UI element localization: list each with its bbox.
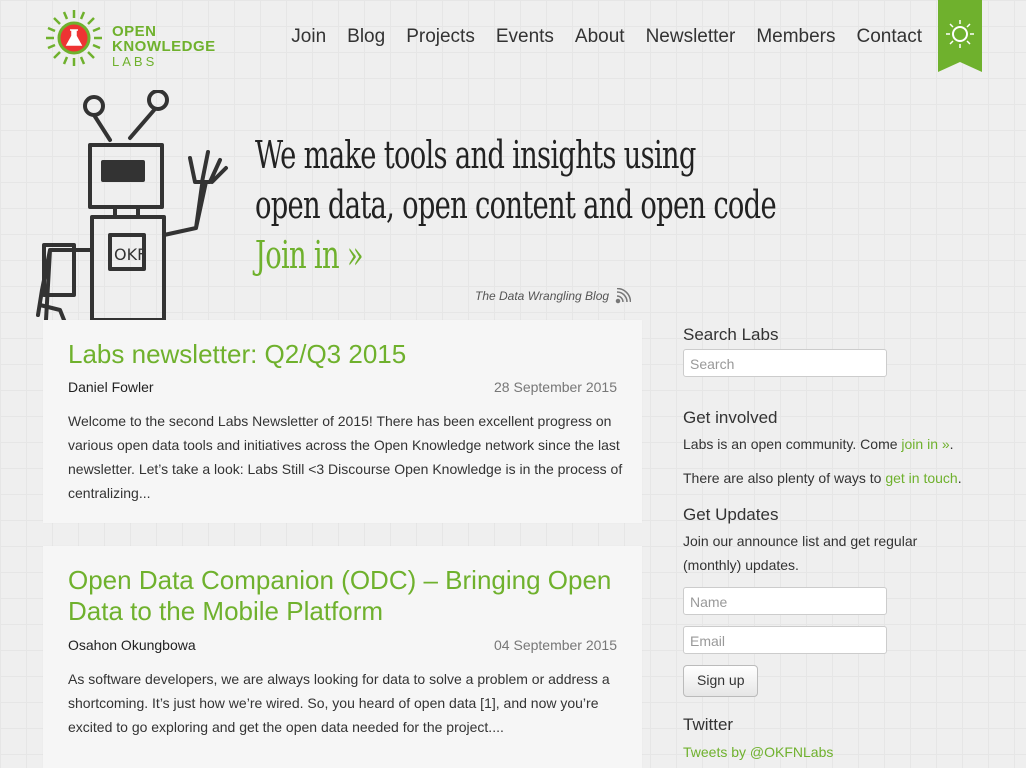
hero-line-2: open data, open content and open code — [255, 183, 777, 227]
get-involved-text: Labs is an open community. Come join in … — [683, 432, 983, 456]
main-nav: Join Blog Projects Events About Newslett… — [291, 26, 922, 48]
nav-about[interactable]: About — [575, 26, 625, 48]
name-field[interactable]: Name — [683, 587, 887, 615]
post-excerpt: As software developers, we are always lo… — [68, 671, 610, 735]
rss-icon — [615, 288, 632, 304]
involved-text-end: . — [949, 436, 954, 452]
svg-text:OKF: OKF — [114, 245, 146, 264]
brand-line-3: LABS — [112, 54, 158, 69]
nav-newsletter[interactable]: Newsletter — [646, 26, 736, 48]
post-title[interactable]: Labs newsletter: Q2/Q3 2015 — [68, 339, 628, 370]
nav-join[interactable]: Join — [291, 26, 326, 48]
twitter-title: Twitter — [683, 715, 734, 734]
involved-text: Labs is an open community. Come — [683, 436, 902, 452]
blog-link-label: The Data Wrangling Blog — [475, 289, 610, 303]
brand-name: OPEN KNOWLEDGE LABS — [112, 24, 216, 69]
post-title[interactable]: Open Data Companion (ODC) – Bringing Ope… — [68, 565, 628, 627]
post-card: Open Data Companion (ODC) – Bringing Ope… — [43, 546, 642, 768]
hero-line-1: We make tools and insights using — [255, 133, 696, 177]
get-involved-title: Get involved — [683, 408, 778, 427]
logo[interactable]: OPEN KNOWLEDGE LABS — [42, 10, 215, 70]
search-input[interactable]: Search — [683, 349, 887, 377]
post-author: Osahon Okungbowa — [68, 637, 196, 653]
search-title: Search Labs — [683, 325, 779, 344]
updates-title: Get Updates — [683, 505, 779, 524]
touch-text-end: . — [957, 470, 962, 486]
nav-projects[interactable]: Projects — [406, 26, 475, 48]
nav-members[interactable]: Members — [756, 26, 835, 48]
tweets-link[interactable]: Tweets by @OKFNLabs — [683, 744, 833, 760]
blog-rss-link[interactable]: The Data Wrangling Blog — [475, 288, 632, 304]
hero-tagline: We make tools and insights using open da… — [255, 130, 979, 280]
post-author: Daniel Fowler — [68, 379, 154, 395]
hero-join-link[interactable]: Join in » — [255, 230, 776, 280]
get-in-touch-link[interactable]: get in touch — [885, 470, 957, 486]
okfn-ribbon[interactable] — [938, 0, 982, 72]
robot-illustration: OKF — [36, 90, 228, 320]
twitter-widget: Tweets by @OKFNLabs — [683, 740, 983, 764]
touch-text: There are also plenty of ways to — [683, 470, 886, 486]
brand-line-1: OPEN — [112, 23, 157, 40]
nav-events[interactable]: Events — [496, 26, 554, 48]
signup-button[interactable]: Sign up — [683, 665, 759, 697]
get-in-touch-text: There are also plenty of ways to get in … — [683, 466, 983, 490]
post-card: Labs newsletter: Q2/Q3 2015 Daniel Fowle… — [43, 320, 642, 523]
post-date: 04 September 2015 — [494, 637, 617, 653]
brand-line-2: KNOWLEDGE — [112, 38, 216, 55]
nav-blog[interactable]: Blog — [347, 26, 385, 48]
post-excerpt: Welcome to the second Labs Newsletter of… — [68, 413, 623, 501]
join-in-link[interactable]: join in » — [901, 436, 949, 452]
nav-contact[interactable]: Contact — [857, 26, 922, 48]
okfn-sun-icon — [938, 0, 982, 72]
post-date: 28 September 2015 — [494, 379, 617, 395]
email-field[interactable]: Email — [683, 626, 887, 654]
updates-text: Join our announce list and get regular (… — [683, 533, 918, 573]
site-header: OPEN KNOWLEDGE LABS Join Blog Projects E… — [0, 0, 1026, 80]
flask-logo-icon — [46, 10, 102, 66]
